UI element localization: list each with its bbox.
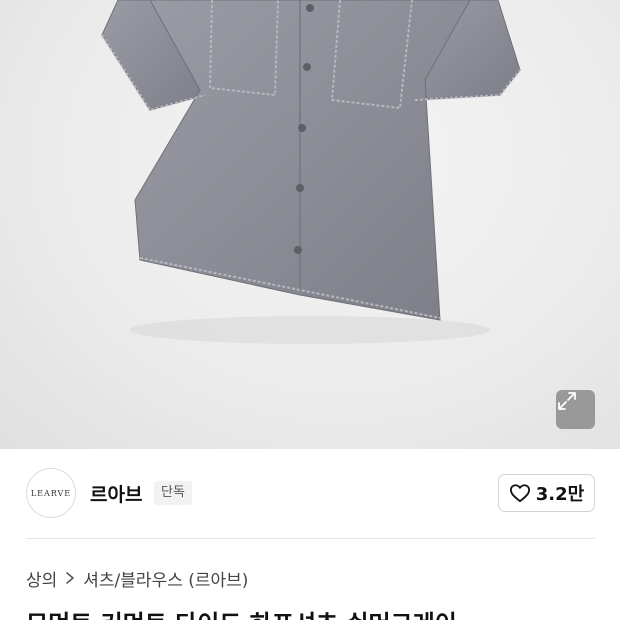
like-button[interactable]: 3.2만 (498, 474, 595, 512)
breadcrumb: 상의 셔츠/블라우스 (르아브) (26, 566, 248, 591)
breadcrumb-item-subcategory[interactable]: 셔츠/블라우스 (르아브) (83, 566, 248, 591)
expand-icon (558, 392, 576, 410)
shirt-photo (101, 0, 521, 344)
breadcrumb-item-category[interactable]: 상의 (26, 566, 57, 591)
product-image[interactable] (0, 0, 620, 449)
like-count: 3.2만 (535, 484, 585, 505)
brand-logo-text: LEARVE (30, 488, 72, 498)
brand-row: LEARVE 르아브 단독 3.2만 (0, 466, 620, 521)
brand-name[interactable]: 르아브 (90, 480, 142, 507)
heart-outline-icon (509, 484, 530, 503)
exclusive-badge: 단독 (154, 481, 192, 505)
brand-logo[interactable]: LEARVE (26, 468, 76, 518)
product-title: 모먼트 커먼트 다이드 하프셔츠 쉬머그레이 (26, 604, 457, 620)
expand-button[interactable] (556, 390, 595, 429)
chevron-right-icon (65, 571, 75, 585)
divider (26, 538, 595, 539)
